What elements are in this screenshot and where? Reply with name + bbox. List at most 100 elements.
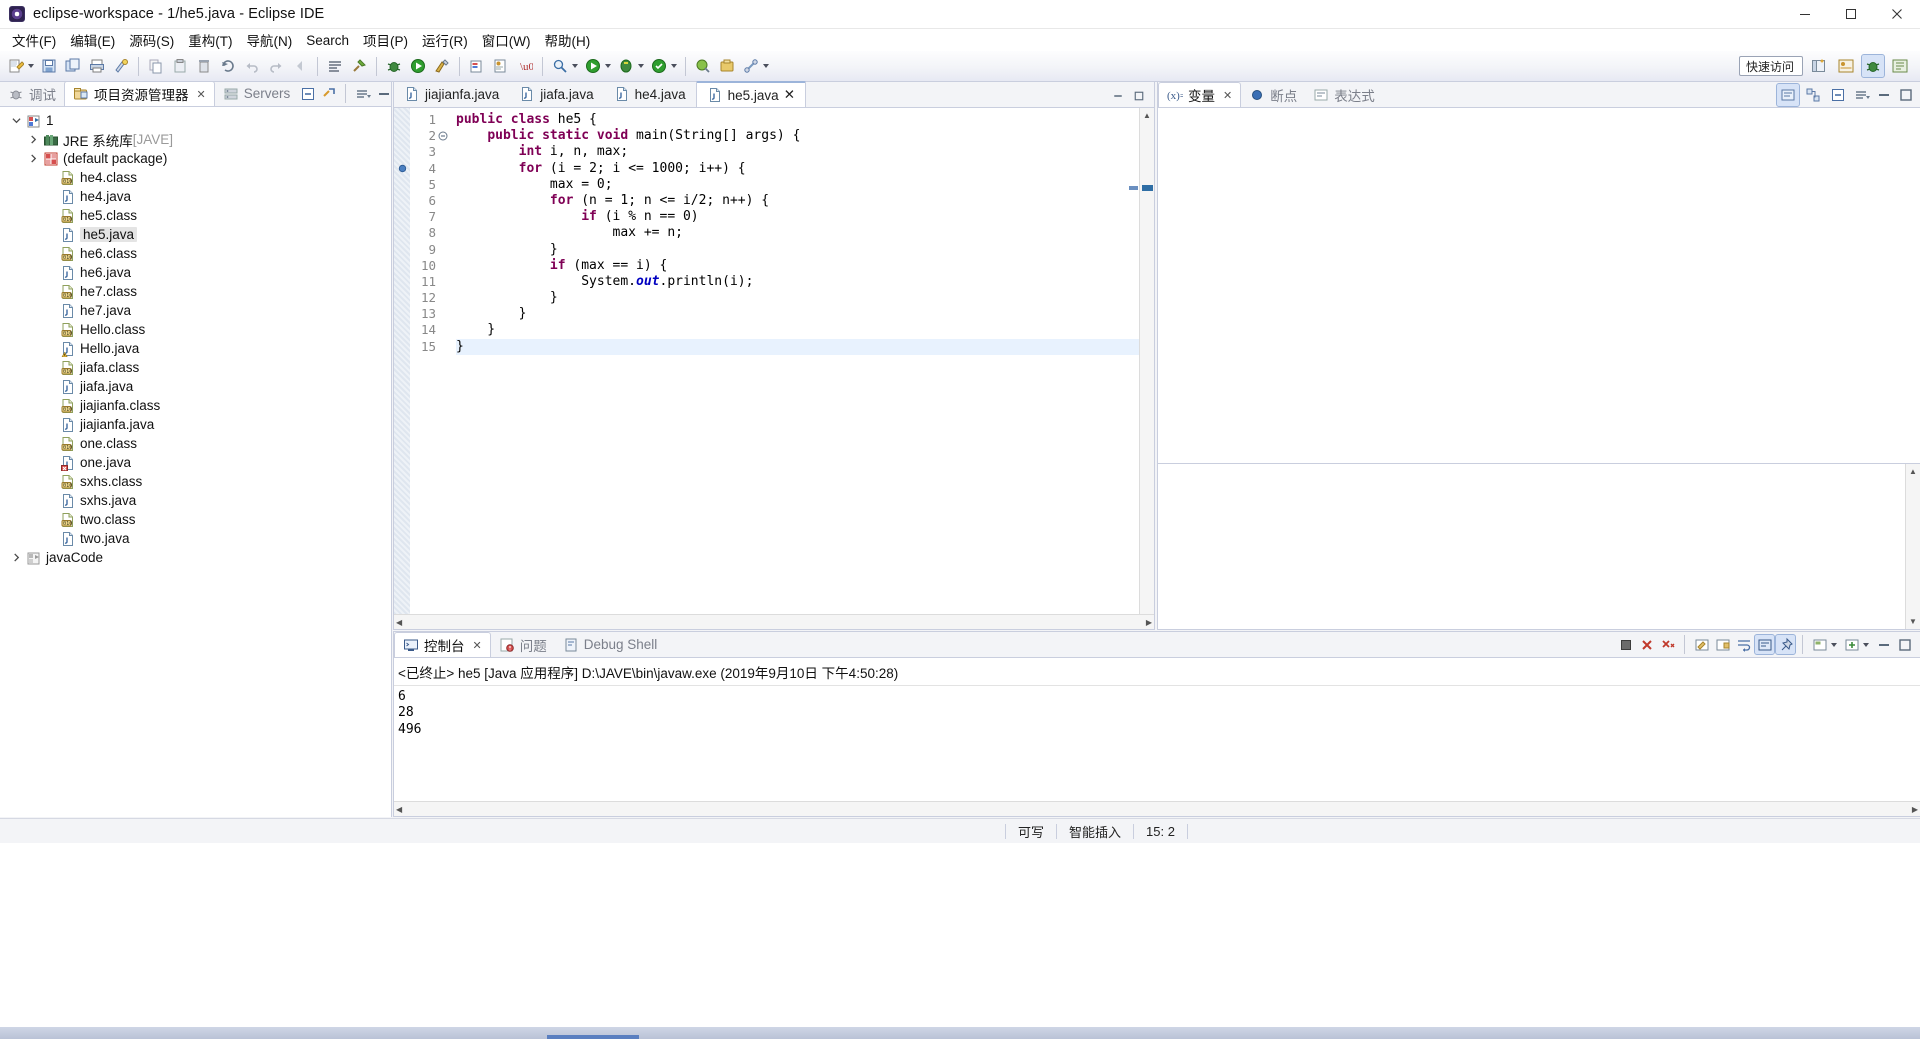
chevron-right-icon[interactable] <box>8 550 24 566</box>
paste-icon[interactable] <box>169 55 191 77</box>
coverage-dropdown-icon[interactable] <box>671 64 677 68</box>
menu-search[interactable]: Search <box>299 31 356 50</box>
tree-item[interactable]: jiajianfa.java <box>0 415 391 434</box>
back-icon[interactable] <box>289 55 311 77</box>
new-wizard-dropdown-icon[interactable] <box>28 64 34 68</box>
tree-item[interactable]: he6.java <box>0 263 391 282</box>
coverage-icon[interactable] <box>648 55 670 77</box>
marker-slot[interactable] <box>394 242 410 258</box>
marker-slot[interactable] <box>394 193 410 209</box>
chevron-down-icon[interactable] <box>8 113 24 129</box>
code-line[interactable]: if (i % n == 0) <box>456 209 1154 225</box>
tree-item[interactable]: sxhs.java <box>0 491 391 510</box>
close-icon[interactable]: ✕ <box>197 88 206 101</box>
code-line[interactable]: max = 0; <box>456 177 1154 193</box>
debug-last-launched-icon[interactable] <box>615 55 637 77</box>
tab-debug-shell[interactable]: Debug Shell <box>555 632 666 657</box>
toggle-mark-occurrences-icon[interactable] <box>324 55 346 77</box>
code-line[interactable]: public class he5 { <box>456 112 1154 128</box>
close-icon[interactable]: ✕ <box>473 639 482 652</box>
editor-tab-he4[interactable]: he4.java <box>604 81 696 107</box>
code-line[interactable]: max += n; <box>456 225 1154 241</box>
marker-slot[interactable] <box>394 306 410 322</box>
menu-run[interactable]: 运行(R) <box>415 28 475 52</box>
tree-item[interactable]: 010 he5.class <box>0 206 391 225</box>
menu-navigate[interactable]: 导航(N) <box>240 28 300 52</box>
view-menu-icon[interactable] <box>353 84 372 103</box>
word-wrap-icon[interactable] <box>1734 635 1753 654</box>
minimize-panel-icon[interactable] <box>1874 85 1893 104</box>
code-line[interactable]: } <box>456 242 1154 258</box>
new-wizard-icon[interactable] <box>5 55 27 77</box>
code-line[interactable]: System.out.println(i); <box>456 274 1154 290</box>
breakpoint-marker-icon[interactable] <box>394 161 410 177</box>
new-class-icon[interactable] <box>490 55 512 77</box>
marker-slot[interactable] <box>394 274 410 290</box>
code-line[interactable]: } <box>456 322 1154 338</box>
code-line[interactable]: } <box>456 338 1154 355</box>
collapse-all-icon[interactable] <box>1827 84 1849 106</box>
run-icon[interactable] <box>407 55 429 77</box>
link-with-editor-icon[interactable] <box>319 84 338 103</box>
copy-icon[interactable] <box>145 55 167 77</box>
marker-slot[interactable] <box>394 225 410 241</box>
tree-item[interactable]: 010 jiafa.class <box>0 358 391 377</box>
tree-item[interactable]: 010 he6.class <box>0 244 391 263</box>
tab-package-explorer[interactable]: 项目资源管理器 ✕ <box>64 81 215 106</box>
maximize-panel-icon[interactable] <box>1895 635 1914 654</box>
variable-detail-pane[interactable]: ▲ ▼ <box>1158 464 1920 629</box>
source-code-text[interactable]: public class he5 { public static void ma… <box>450 108 1154 614</box>
editor-tab-jiafa[interactable]: jiafa.java <box>509 81 603 107</box>
tree-item[interactable]: two.java <box>0 529 391 548</box>
tree-item[interactable]: 010 he7.class <box>0 282 391 301</box>
maximize-panel-icon[interactable] <box>1133 90 1145 105</box>
code-line[interactable]: } <box>456 306 1154 322</box>
menu-window[interactable]: 窗口(W) <box>475 28 538 52</box>
tree-item[interactable]: 010 he4.class <box>0 168 391 187</box>
marker-slot[interactable] <box>394 258 410 274</box>
display-selected-console-icon[interactable] <box>1810 635 1829 654</box>
scroll-left-icon[interactable]: ◀ <box>396 805 402 814</box>
editor-tab-he5[interactable]: he5.java ✕ <box>695 81 806 107</box>
fold-collapse-icon[interactable] <box>436 128 450 144</box>
link-dropdown-icon[interactable] <box>763 64 769 68</box>
maximize-panel-icon[interactable] <box>1896 85 1915 104</box>
tree-item[interactable]: jiafa.java <box>0 377 391 396</box>
editor-vertical-scrollbar[interactable]: ▲ <box>1139 108 1154 614</box>
menu-project[interactable]: 项目(P) <box>356 28 415 52</box>
open-console-dropdown-icon[interactable] <box>1863 642 1869 647</box>
delete-icon[interactable] <box>193 55 215 77</box>
print-icon[interactable] <box>86 55 108 77</box>
menu-file[interactable]: 文件(F) <box>5 28 63 52</box>
tree-item[interactable]: Hello.java <box>0 339 391 358</box>
marker-slot[interactable] <box>394 322 410 338</box>
editor-horizontal-scrollbar[interactable]: ◀ ▶ <box>394 614 1154 629</box>
console-output[interactable]: 6 28 496 <box>394 686 1920 801</box>
open-perspective-button[interactable] <box>1808 55 1830 77</box>
code-line[interactable]: public static void main(String[] args) { <box>456 128 1154 144</box>
marker-slot[interactable] <box>394 144 410 160</box>
menu-source[interactable]: 源码(S) <box>122 28 181 52</box>
code-editor[interactable]: 1 2 3 4 5 6 7 8 9 10 11 12 13 14 15 public class he5 {… <box>394 108 1154 614</box>
quick-access-input[interactable]: 快速访问 <box>1739 56 1803 76</box>
run-last-launched-icon[interactable] <box>582 55 604 77</box>
link-icon[interactable] <box>740 55 762 77</box>
open-task-icon[interactable] <box>716 55 738 77</box>
close-button[interactable] <box>1874 0 1920 29</box>
perspective-debug-button[interactable] <box>1861 54 1885 78</box>
minimize-button[interactable] <box>1782 0 1828 29</box>
editor-marker-gutter[interactable] <box>394 108 410 614</box>
save-all-icon[interactable] <box>62 55 84 77</box>
scroll-down-icon[interactable]: ▼ <box>1906 614 1920 629</box>
code-line[interactable]: for (n = 1; n <= i/2; n++) { <box>456 193 1154 209</box>
minimize-panel-icon[interactable] <box>1874 635 1893 654</box>
terminate-icon[interactable] <box>1616 635 1635 654</box>
tab-servers[interactable]: Servers <box>215 81 299 106</box>
chevron-right-icon[interactable] <box>25 151 41 167</box>
show-type-names-icon[interactable] <box>1776 82 1800 107</box>
variables-table[interactable] <box>1158 108 1920 464</box>
debug-icon[interactable] <box>383 55 405 77</box>
pin-console-icon[interactable] <box>1775 634 1796 655</box>
search-dropdown-icon[interactable] <box>572 64 578 68</box>
tree-item[interactable]: 010 Hello.class <box>0 320 391 339</box>
